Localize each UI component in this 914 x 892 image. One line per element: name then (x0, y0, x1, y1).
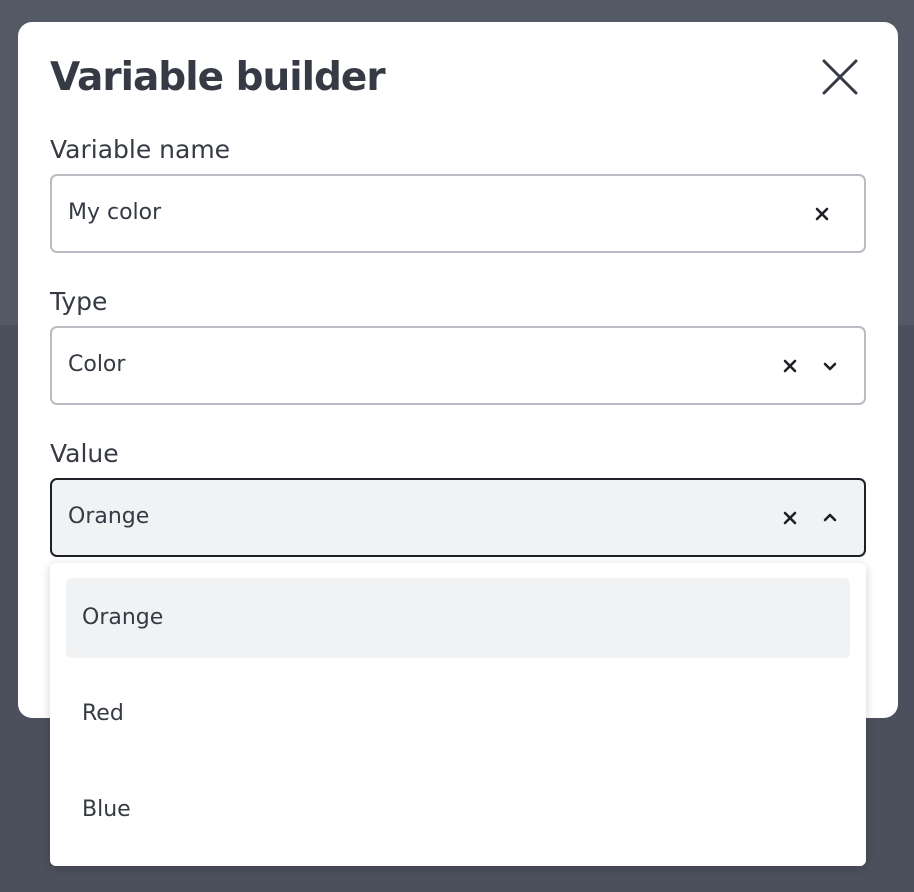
clear-icon (783, 359, 797, 373)
chevron-down-icon (823, 362, 837, 371)
type-value: Color (68, 352, 126, 377)
clear-icon (815, 207, 829, 221)
close-dialog-button[interactable] (820, 57, 860, 97)
option-orange[interactable]: Orange (66, 578, 850, 658)
variable-name-value: My color (68, 200, 162, 225)
clear-value-button[interactable] (778, 506, 802, 530)
clear-icon (783, 511, 797, 525)
clear-name-button[interactable] (810, 202, 834, 226)
variable-name-input[interactable]: My color (50, 174, 866, 253)
value-select[interactable]: Orange (50, 478, 866, 557)
chevron-up-icon (823, 513, 837, 522)
type-label: Type (50, 287, 108, 316)
value-label: Value (50, 439, 119, 468)
type-select[interactable]: Color (50, 326, 866, 405)
clear-type-button[interactable] (778, 354, 802, 378)
option-label: Red (82, 701, 124, 726)
value-value: Orange (68, 504, 150, 529)
value-options-menu: Orange Red Blue (50, 563, 866, 866)
variable-name-label: Variable name (50, 135, 231, 164)
option-label: Blue (82, 797, 131, 822)
close-icon (822, 59, 858, 95)
option-red[interactable]: Red (66, 674, 850, 754)
type-dropdown-toggle[interactable] (818, 354, 842, 378)
value-dropdown-toggle[interactable] (818, 506, 842, 530)
option-blue[interactable]: Blue (66, 770, 850, 850)
dialog-title: Variable builder (50, 55, 386, 100)
option-label: Orange (82, 605, 164, 630)
